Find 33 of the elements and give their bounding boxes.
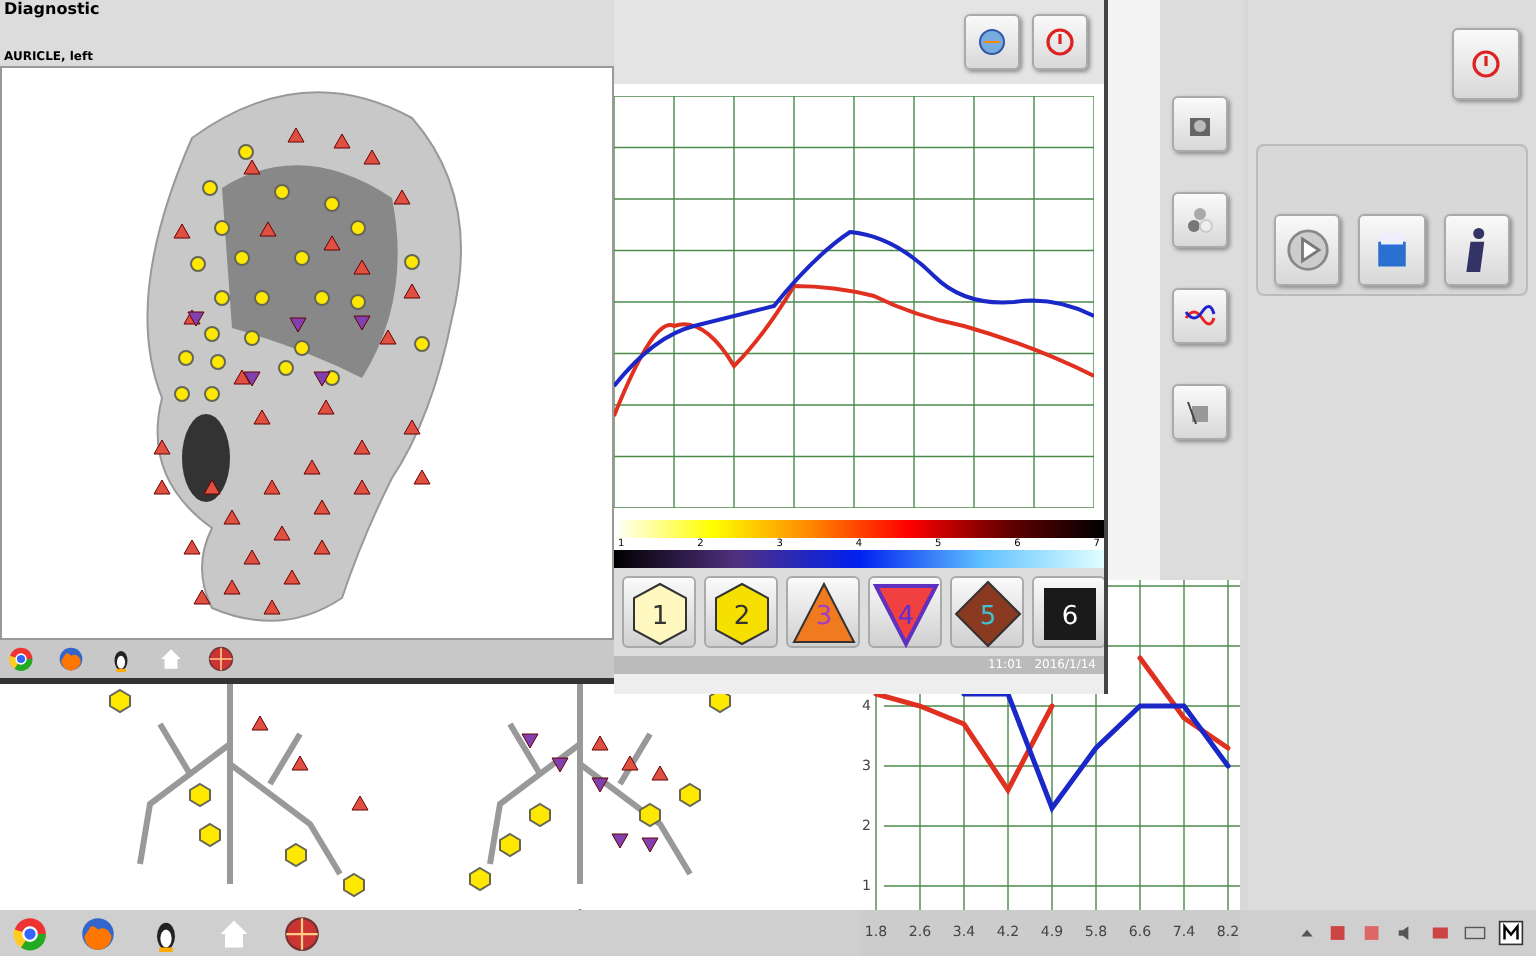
keyboard-icon	[1464, 922, 1486, 944]
round-browser-icon	[8, 646, 34, 673]
home-icon	[158, 646, 184, 673]
power-button[interactable]	[1032, 14, 1088, 70]
globe-icon	[284, 915, 320, 951]
network-icon	[1328, 922, 1350, 944]
graph-button[interactable]	[1172, 288, 1228, 344]
globe-icon	[976, 26, 1008, 58]
flag-icon	[1362, 922, 1384, 944]
globe-icon	[208, 646, 234, 673]
round-browser-icon	[12, 915, 48, 951]
marker-type-button[interactable]: 1	[622, 576, 696, 648]
info-icon	[1464, 228, 1489, 272]
camera-button[interactable]	[1172, 96, 1228, 152]
info-button[interactable]	[1443, 214, 1510, 286]
fox-browser-icon	[58, 646, 84, 673]
marker-type-button[interactable]: 6	[1032, 576, 1104, 648]
play-button[interactable]	[1274, 214, 1341, 286]
battery-icon	[1430, 922, 1452, 944]
power-icon	[1044, 26, 1076, 58]
globe-button[interactable]	[964, 14, 1020, 70]
folder-button[interactable]	[1358, 214, 1426, 286]
fox-browser-icon	[80, 915, 116, 951]
marker-type-button[interactable]: 5	[950, 576, 1024, 648]
power-button[interactable]	[1452, 28, 1520, 100]
m-logo-icon	[1498, 920, 1524, 946]
home-icon	[216, 915, 252, 951]
play-icon	[1285, 228, 1330, 272]
window-title: Diagnostic	[4, 0, 102, 18]
marker-type-button[interactable]: 2	[704, 576, 778, 648]
caret-icon	[1298, 924, 1316, 942]
device-button[interactable]	[1172, 384, 1228, 440]
power-icon	[1470, 48, 1502, 80]
